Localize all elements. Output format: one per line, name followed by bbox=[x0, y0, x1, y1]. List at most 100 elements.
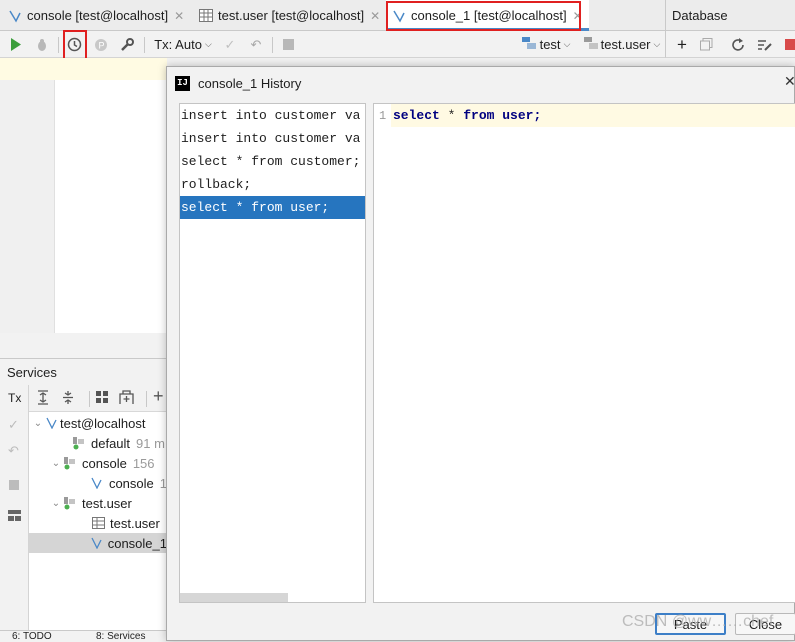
current-line-highlight bbox=[0, 58, 167, 80]
services-tool-button[interactable]: 8: Services bbox=[96, 631, 145, 642]
history-list: insert into customer va insert into cust… bbox=[179, 103, 366, 603]
tab-label: test.user [test@localhost] bbox=[218, 8, 364, 23]
history-item[interactable]: insert into customer va bbox=[180, 127, 365, 150]
history-preview: 1 select * from user; bbox=[373, 103, 795, 603]
add-icon[interactable]: + bbox=[674, 35, 690, 54]
tree-item[interactable]: default 91 m bbox=[29, 433, 167, 453]
tab-test-user[interactable]: test.user [test@localhost] ✕ bbox=[193, 0, 386, 31]
sql-console-icon bbox=[8, 9, 22, 23]
add-icon[interactable]: + bbox=[153, 386, 164, 407]
sql-keyword: select bbox=[393, 108, 440, 123]
sql-console-icon bbox=[90, 476, 105, 490]
sql-console-icon bbox=[90, 536, 104, 550]
run-icon[interactable] bbox=[8, 35, 24, 54]
rollback-icon[interactable]: ↶ bbox=[248, 35, 264, 54]
sql-keyword: from bbox=[463, 108, 494, 123]
history-item-selected[interactable]: select * from user; bbox=[180, 196, 365, 219]
services-title: Services bbox=[7, 365, 57, 380]
line-number: 1 bbox=[379, 109, 386, 123]
stop-icon[interactable] bbox=[784, 35, 795, 54]
tree-item-meta: 156 bbox=[133, 456, 155, 471]
sql-table-name: user; bbox=[494, 108, 541, 123]
tx-mode-label: Tx: Auto bbox=[154, 37, 202, 52]
chevron-down-icon: ⌵ bbox=[654, 39, 661, 50]
settings-wrench-icon[interactable] bbox=[119, 35, 135, 54]
close-icon[interactable]: ✕ bbox=[784, 73, 794, 90]
schema-selector[interactable]: test ⌵ bbox=[520, 35, 572, 54]
history-item[interactable]: insert into customer va bbox=[180, 104, 365, 127]
history-dialog: IJ console_1 History ✕ insert into custo… bbox=[166, 66, 795, 641]
editor-gutter bbox=[0, 58, 55, 333]
close-icon[interactable]: ✕ bbox=[370, 9, 380, 23]
schema-icon bbox=[584, 37, 598, 52]
tree-item-label: test.user bbox=[82, 496, 132, 511]
commit-icon[interactable]: ✓ bbox=[8, 417, 19, 433]
database-panel-title: Database bbox=[672, 8, 728, 23]
dialog-title: console_1 History bbox=[198, 76, 301, 91]
tree-item-label: default bbox=[91, 436, 130, 451]
todo-tool-button[interactable]: 6: TODO bbox=[12, 631, 52, 642]
tree-item-label: test@localhost bbox=[60, 416, 145, 431]
parameters-icon[interactable]: P bbox=[93, 35, 109, 54]
table-icon bbox=[90, 516, 106, 530]
chevron-down-icon[interactable]: ⌄ bbox=[50, 498, 62, 509]
table-selector[interactable]: test.user ⌵ bbox=[584, 35, 660, 54]
svg-text:P: P bbox=[99, 40, 105, 50]
paste-button[interactable]: Paste bbox=[655, 613, 726, 635]
chevron-down-icon[interactable]: ⌄ bbox=[50, 458, 62, 469]
highlight-box bbox=[386, 1, 581, 31]
tree-item-label: console bbox=[109, 476, 154, 491]
editor-toolbar: P Tx: Auto ⌵ ✓ ↶ test ⌵ test.user ⌵ bbox=[0, 31, 665, 58]
sql-editor[interactable] bbox=[55, 58, 167, 333]
intellij-logo-icon: IJ bbox=[175, 76, 190, 91]
database-panel-header: Database bbox=[665, 0, 795, 31]
rollback-icon[interactable]: ↶ bbox=[8, 443, 19, 459]
chevron-down-icon[interactable]: ⌄ bbox=[32, 418, 44, 429]
collapse-all-icon[interactable] bbox=[61, 390, 75, 408]
commit-icon[interactable]: ✓ bbox=[222, 35, 238, 54]
tx-mode-dropdown[interactable]: Tx: Auto ⌵ bbox=[152, 35, 214, 54]
history-item[interactable]: rollback; bbox=[180, 173, 365, 196]
session-icon bbox=[71, 436, 87, 450]
sql-console-icon bbox=[44, 416, 60, 430]
paste-button-label: Paste bbox=[674, 617, 707, 632]
schema-sync-icon[interactable] bbox=[756, 35, 772, 54]
tree-item[interactable]: console 1 bbox=[29, 473, 167, 493]
session-icon bbox=[62, 496, 78, 510]
chevron-down-icon: ⌵ bbox=[564, 39, 571, 50]
group-by-icon[interactable] bbox=[96, 391, 109, 407]
debug-icon[interactable] bbox=[34, 35, 50, 54]
services-side-toolbar: Tx ✓ ↶ bbox=[0, 385, 29, 630]
tree-item-label: console_1 bbox=[108, 536, 167, 551]
tree-item[interactable]: ⌄ test.user bbox=[29, 493, 167, 513]
expand-all-icon[interactable] bbox=[36, 390, 50, 408]
tree-item[interactable]: console_1 bbox=[29, 533, 167, 553]
stop-icon[interactable] bbox=[281, 35, 295, 54]
preview-code: select * from user; bbox=[393, 108, 541, 123]
refresh-icon[interactable] bbox=[730, 35, 746, 54]
tree-item-label: console bbox=[82, 456, 127, 471]
layout-icon[interactable] bbox=[8, 509, 21, 524]
horizontal-scrollbar[interactable] bbox=[180, 593, 288, 602]
chevron-down-icon: ⌵ bbox=[205, 39, 212, 50]
session-icon bbox=[62, 456, 78, 470]
copy-icon[interactable] bbox=[698, 35, 714, 54]
database-toolbar: + bbox=[665, 31, 795, 58]
tx-button[interactable]: Tx bbox=[8, 391, 21, 405]
schema-label: test bbox=[540, 37, 561, 52]
close-button[interactable]: Close bbox=[735, 613, 795, 635]
schema-icon bbox=[522, 37, 536, 52]
history-item[interactable]: select * from customer; bbox=[180, 150, 365, 173]
tree-item-label: test.user bbox=[110, 516, 160, 531]
new-tab-icon[interactable] bbox=[119, 390, 134, 408]
tree-item[interactable]: test.user bbox=[29, 513, 167, 533]
close-icon[interactable]: ✕ bbox=[174, 9, 184, 23]
tree-item[interactable]: ⌄ test@localhost bbox=[29, 413, 167, 433]
stop-icon[interactable] bbox=[9, 478, 19, 493]
dialog-title-bar: IJ console_1 History bbox=[167, 67, 795, 99]
services-tree: ⌄ test@localhost default 91 m ⌄ console … bbox=[29, 412, 167, 630]
tree-item[interactable]: ⌄ console 156 bbox=[29, 453, 167, 473]
highlight-box bbox=[63, 30, 87, 60]
tab-console[interactable]: console [test@localhost] ✕ bbox=[2, 0, 190, 31]
close-button-label: Close bbox=[749, 617, 782, 632]
